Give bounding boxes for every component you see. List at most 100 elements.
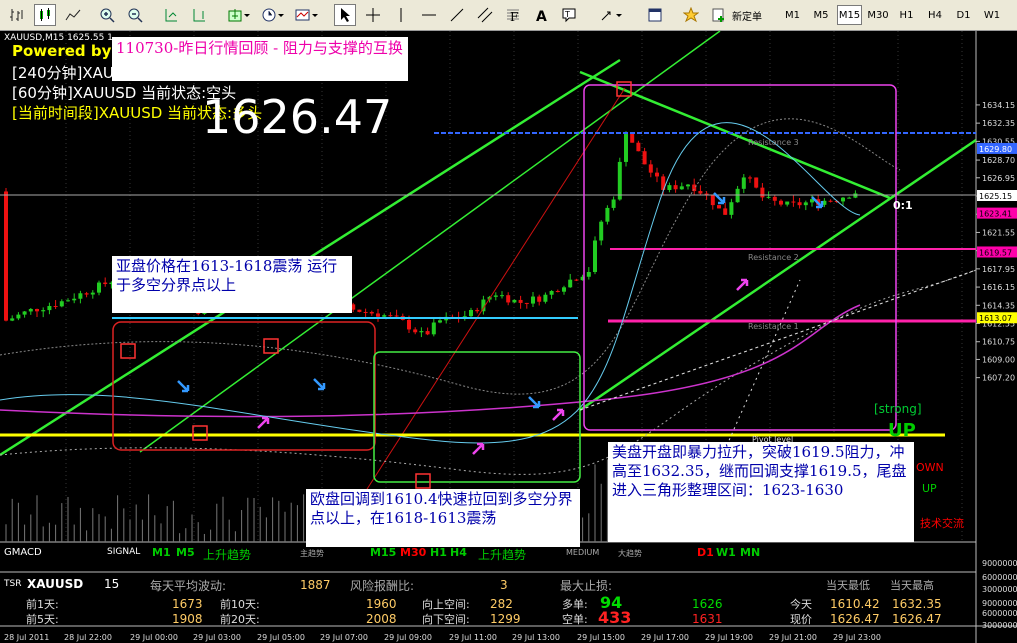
candle-body	[710, 194, 715, 206]
candle-body	[797, 202, 802, 206]
candle-body	[35, 308, 39, 312]
auto-scroll-icon[interactable]	[160, 4, 182, 26]
trendline-icon[interactable]	[446, 4, 468, 26]
prev10-value: 1960	[366, 597, 397, 611]
d1-signal: D1	[697, 546, 714, 559]
big-trend-label: 大趋势	[618, 549, 642, 558]
candle-body	[748, 177, 752, 179]
candle-body	[655, 172, 659, 177]
indicators-dropdown-icon[interactable]	[224, 4, 252, 26]
candle-body	[518, 299, 523, 303]
resistance-3-label: Resistance 3	[748, 138, 799, 147]
candle-body	[431, 322, 436, 335]
m30-signal: M30	[400, 546, 427, 559]
vertical-line-icon[interactable]	[390, 4, 412, 26]
label-tool-icon[interactable]: T	[558, 4, 580, 26]
bar-chart-icon[interactable]	[6, 4, 28, 26]
up-space-value: 282	[490, 597, 513, 611]
up-label: UP	[922, 482, 937, 495]
crosshair-icon[interactable]	[362, 4, 384, 26]
down-space-value: 1299	[490, 612, 521, 626]
us-note: 美盘开盘即暴力拉升，突破1619.5阻力，冲高至1632.35，继而回调支撑16…	[608, 442, 914, 542]
candle-body	[369, 311, 374, 314]
gmacd-label: GMACD	[4, 547, 42, 558]
candle-body	[500, 295, 504, 297]
down-label: OWN	[916, 461, 944, 474]
candle-body	[611, 199, 616, 208]
candle-body	[828, 200, 833, 202]
sub-axis-label: 3000000	[982, 621, 1017, 630]
candle-body	[475, 309, 480, 312]
candle-body	[686, 184, 690, 187]
candle-body	[574, 279, 579, 281]
prev1-label: 前1天:	[26, 598, 59, 611]
timeframe-m1[interactable]: M1	[780, 5, 805, 25]
current-high: 1626.47	[892, 612, 942, 626]
line-chart-icon[interactable]	[62, 4, 84, 26]
candle-body	[394, 315, 399, 317]
candle-body	[66, 300, 70, 302]
resistance-2-label: Resistance 2	[748, 253, 799, 262]
candle-body	[692, 184, 697, 192]
timeframe-h4[interactable]: H4	[923, 5, 948, 25]
new-order-button[interactable]: 新定单	[732, 8, 762, 23]
templates-dropdown-icon[interactable]	[292, 4, 320, 26]
candle-body	[438, 320, 442, 323]
star-icon[interactable]	[680, 4, 702, 26]
time-label: 29 Jul 15:00	[577, 633, 625, 642]
candle-body	[717, 205, 721, 209]
candle-body	[593, 240, 597, 273]
trend-left-label: 上升趋势	[203, 548, 252, 562]
window-icon[interactable]	[644, 4, 666, 26]
candle-body	[493, 295, 498, 297]
time-label: 29 Jul 11:00	[449, 633, 497, 642]
short-label: 空单:	[562, 613, 588, 626]
horizontal-line-icon[interactable]	[418, 4, 440, 26]
periods-dropdown-icon[interactable]	[258, 4, 286, 26]
current-label: 现价	[790, 613, 812, 626]
candle-body	[90, 292, 95, 295]
big-price: 1626.47	[202, 90, 393, 144]
sub-axis-label: 9000000	[982, 559, 1017, 568]
new-order-icon[interactable]	[708, 4, 730, 26]
timeframe-m5[interactable]: M5	[809, 5, 834, 25]
candle-body	[506, 295, 511, 303]
candle-body	[72, 298, 77, 301]
arrows-dropdown-icon[interactable]	[596, 4, 624, 26]
zoom-out-icon[interactable]	[124, 4, 146, 26]
zoom-in-icon[interactable]	[96, 4, 118, 26]
price-label: 1626.95	[982, 174, 1015, 183]
timeframe-d1[interactable]: D1	[951, 5, 976, 25]
prev1-value: 1673	[172, 597, 203, 611]
candle-body	[847, 197, 852, 199]
title-note: 110730-昨日行情回顾 - 阻力与支撑的互换	[112, 37, 408, 81]
candle-body	[549, 290, 554, 295]
asia-note: 亚盘价格在1613-1618震荡 运行于多空分界点以上	[112, 256, 352, 313]
candle-body	[841, 197, 845, 202]
candle-body	[586, 272, 591, 277]
candle-body	[469, 309, 473, 317]
text-tool-icon[interactable]: A	[530, 4, 552, 26]
timeframe-w1[interactable]: W1	[980, 5, 1005, 25]
candle-body	[785, 201, 790, 205]
time-label: 29 Jul 21:00	[769, 633, 817, 642]
candle-body	[41, 310, 46, 312]
fibonacci-icon[interactable]: F	[502, 4, 524, 26]
time-label: 29 Jul 03:00	[193, 633, 241, 642]
timeframe-h1[interactable]: H1	[894, 5, 919, 25]
svg-text:A: A	[536, 9, 547, 23]
ratio-label: 0:1	[893, 199, 913, 212]
pivot-label: Pivot level	[752, 435, 794, 444]
short-value: 433	[598, 608, 632, 627]
chart-shift-icon[interactable]	[188, 4, 210, 26]
timeframe-m15[interactable]: M15	[837, 5, 862, 25]
candle-body	[10, 318, 15, 321]
channel-icon[interactable]	[474, 4, 496, 26]
candle-body	[376, 313, 380, 317]
w1-signal: W1	[716, 546, 736, 559]
timeframe-m30[interactable]: M30	[866, 5, 891, 25]
candle-chart-icon[interactable]	[34, 4, 56, 26]
cursor-icon[interactable]	[334, 4, 356, 26]
time-label: 29 Jul 19:00	[705, 633, 753, 642]
price-tag-current: 1625.15	[979, 192, 1012, 201]
